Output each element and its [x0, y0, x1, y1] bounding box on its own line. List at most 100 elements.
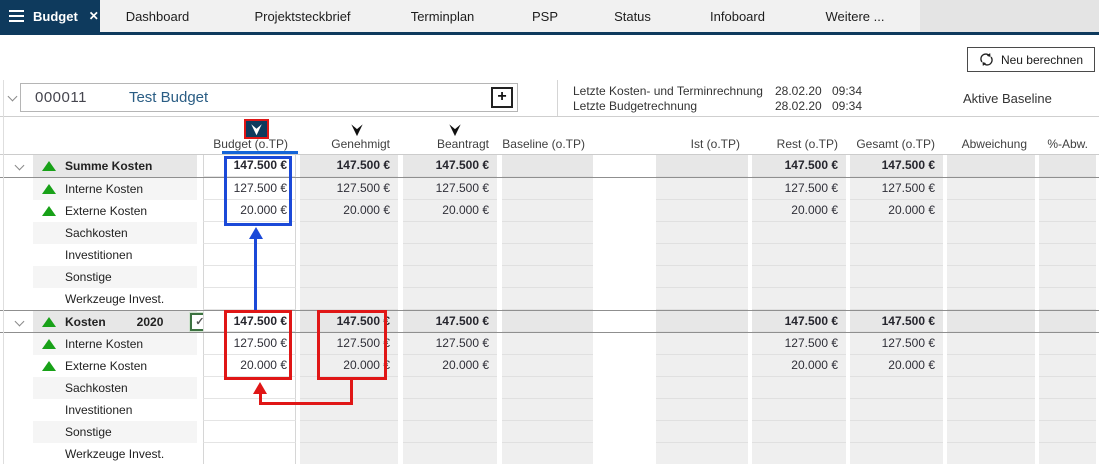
cell-ist[interactable]	[656, 222, 748, 244]
cell-prozent-abw[interactable]	[1039, 288, 1096, 310]
cell-baseline[interactable]	[502, 399, 593, 421]
cell-abweichung[interactable]	[947, 333, 1035, 355]
cell-baseline[interactable]	[502, 333, 593, 355]
cell-beantragt[interactable]	[403, 421, 497, 443]
cell-budget[interactable]: 20.000 €	[203, 355, 296, 377]
cell-genehmigt[interactable]	[300, 377, 398, 399]
cell-ist[interactable]	[656, 155, 748, 177]
table-row[interactable]: Sachkosten	[0, 377, 1099, 399]
cell-gesamt[interactable]: 20.000 €	[850, 355, 943, 377]
cell-genehmigt[interactable]	[300, 443, 398, 464]
cell-gesamt[interactable]	[850, 377, 943, 399]
cell-budget[interactable]	[203, 399, 296, 421]
cell-beantragt[interactable]	[403, 266, 497, 288]
cell-rest[interactable]	[752, 443, 846, 464]
cell-gesamt[interactable]	[850, 244, 943, 266]
cell-budget[interactable]: 147.500 €	[203, 311, 296, 332]
table-row[interactable]: Sachkosten	[0, 222, 1099, 244]
cell-gesamt[interactable]: 20.000 €	[850, 200, 943, 222]
tab-status[interactable]: Status	[595, 0, 670, 32]
cell-rest[interactable]	[752, 288, 846, 310]
cell-genehmigt[interactable]	[300, 399, 398, 421]
cell-rest[interactable]	[752, 399, 846, 421]
cell-baseline[interactable]	[502, 266, 593, 288]
cell-rest[interactable]: 20.000 €	[752, 355, 846, 377]
project-select-box[interactable]: 000011 Test Budget +	[20, 83, 518, 112]
recalculate-button[interactable]: Neu berechnen	[967, 47, 1095, 72]
cell-rest[interactable]: 127.500 €	[752, 333, 846, 355]
cell-ist[interactable]	[656, 311, 748, 332]
cell-prozent-abw[interactable]	[1039, 377, 1096, 399]
cell-gesamt[interactable]	[850, 288, 943, 310]
cell-gesamt[interactable]: 147.500 €	[850, 155, 943, 177]
cell-baseline[interactable]	[502, 155, 593, 177]
cell-ist[interactable]	[656, 421, 748, 443]
cell-ist[interactable]	[656, 355, 748, 377]
cell-abweichung[interactable]	[947, 266, 1035, 288]
cell-abweichung[interactable]	[947, 178, 1035, 200]
cell-baseline[interactable]	[502, 244, 593, 266]
cell-ist[interactable]	[656, 333, 748, 355]
cell-gesamt[interactable]: 127.500 €	[850, 333, 943, 355]
cell-beantragt[interactable]	[403, 377, 497, 399]
cell-ist[interactable]	[656, 377, 748, 399]
cell-rest[interactable]	[752, 244, 846, 266]
cell-genehmigt[interactable]: 127.500 €	[300, 178, 398, 200]
tab-infoboard[interactable]: Infoboard	[670, 0, 805, 32]
cell-baseline[interactable]	[502, 178, 593, 200]
cell-prozent-abw[interactable]	[1039, 355, 1096, 377]
add-button[interactable]: +	[491, 87, 513, 108]
cell-beantragt[interactable]	[403, 399, 497, 421]
cell-beantragt[interactable]	[403, 222, 497, 244]
cell-genehmigt[interactable]: 20.000 €	[300, 355, 398, 377]
cell-gesamt[interactable]	[850, 421, 943, 443]
filter-icon-genehmigt[interactable]	[350, 123, 364, 137]
table-row[interactable]: Interne Kosten 127.500 € 127.500 € 127.5…	[0, 333, 1099, 355]
cell-abweichung[interactable]	[947, 399, 1035, 421]
table-row[interactable]: Externe Kosten 20.000 € 20.000 € 20.000 …	[0, 200, 1099, 222]
tab-dashboard[interactable]: Dashboard	[100, 0, 215, 32]
table-row[interactable]: Interne Kosten 127.500 € 127.500 € 127.5…	[0, 178, 1099, 200]
cell-rest[interactable]	[752, 222, 846, 244]
cell-abweichung[interactable]	[947, 288, 1035, 310]
cell-baseline[interactable]	[502, 421, 593, 443]
cell-ist[interactable]	[656, 399, 748, 421]
cell-prozent-abw[interactable]	[1039, 311, 1096, 332]
cell-rest[interactable]: 20.000 €	[752, 200, 846, 222]
cell-baseline[interactable]	[502, 443, 593, 464]
chevron-down-icon[interactable]	[15, 317, 25, 327]
cell-ist[interactable]	[656, 200, 748, 222]
close-tab-icon[interactable]: ✕	[89, 9, 99, 23]
table-row[interactable]: Sonstige	[0, 266, 1099, 288]
cell-genehmigt[interactable]: 20.000 €	[300, 200, 398, 222]
cell-budget[interactable]: 147.500 €	[203, 155, 296, 177]
tab-weitere[interactable]: Weitere ...	[805, 0, 905, 32]
cell-genehmigt[interactable]	[300, 288, 398, 310]
cell-beantragt[interactable]: 20.000 €	[403, 355, 497, 377]
cell-prozent-abw[interactable]	[1039, 244, 1096, 266]
tab-projektsteckbrief[interactable]: Projektsteckbrief	[215, 0, 390, 32]
cell-prozent-abw[interactable]	[1039, 266, 1096, 288]
cell-rest[interactable]	[752, 266, 846, 288]
cell-ist[interactable]	[656, 443, 748, 464]
cell-budget[interactable]	[203, 377, 296, 399]
cell-beantragt[interactable]	[403, 443, 497, 464]
cell-beantragt[interactable]: 147.500 €	[403, 155, 497, 177]
cell-genehmigt[interactable]: 127.500 €	[300, 333, 398, 355]
cell-abweichung[interactable]	[947, 222, 1035, 244]
cell-abweichung[interactable]	[947, 155, 1035, 177]
cell-abweichung[interactable]	[947, 355, 1035, 377]
cell-gesamt[interactable]	[850, 443, 943, 464]
cell-ist[interactable]	[656, 266, 748, 288]
cell-rest[interactable]: 127.500 €	[752, 178, 846, 200]
cell-abweichung[interactable]	[947, 421, 1035, 443]
table-row[interactable]: Kosten 2020 ✓ 147.500 € 147.500 € 147.50…	[0, 310, 1099, 333]
tab-budget-active[interactable]: Budget ✕	[0, 0, 100, 32]
cell-beantragt[interactable]	[403, 244, 497, 266]
cell-gesamt[interactable]	[850, 266, 943, 288]
cell-beantragt[interactable]: 127.500 €	[403, 333, 497, 355]
table-row[interactable]: Investitionen	[0, 244, 1099, 266]
cell-prozent-abw[interactable]	[1039, 443, 1096, 464]
cell-abweichung[interactable]	[947, 244, 1035, 266]
cell-baseline[interactable]	[502, 288, 593, 310]
